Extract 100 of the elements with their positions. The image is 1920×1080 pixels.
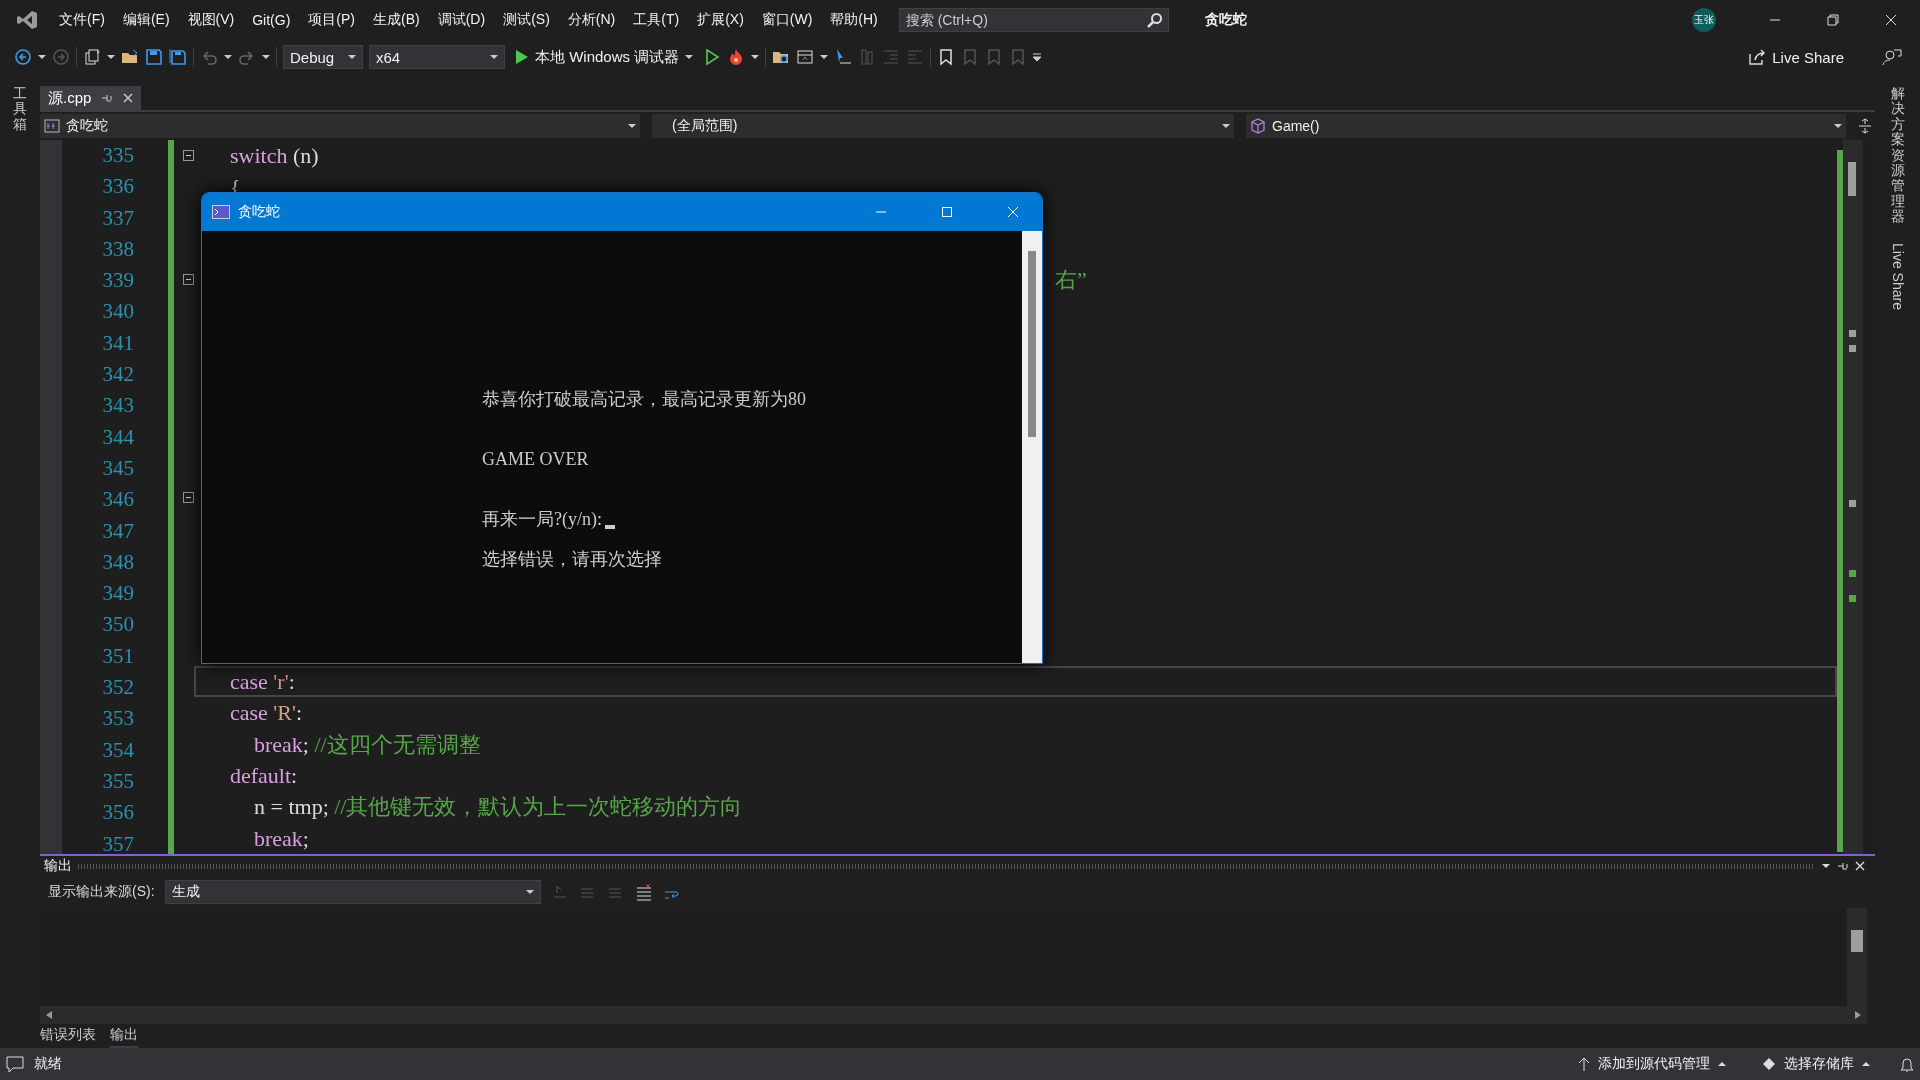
- collapse-icon[interactable]: [182, 491, 194, 503]
- undo-icon[interactable]: [200, 48, 218, 66]
- menu-item[interactable]: 文件(F): [50, 7, 114, 33]
- panel-tab[interactable]: 错误列表: [40, 1023, 96, 1049]
- maximize-icon[interactable]: [941, 206, 953, 218]
- new-item-icon[interactable]: [83, 48, 101, 66]
- collapse-icon[interactable]: [182, 274, 194, 286]
- toolbox-tab[interactable]: 工具箱: [13, 86, 27, 133]
- line-number: 335: [101, 142, 135, 169]
- open-folder-icon[interactable]: [121, 48, 139, 66]
- menu-item[interactable]: 生成(B): [364, 7, 429, 33]
- menu-item[interactable]: 测试(S): [494, 7, 559, 33]
- menu-item[interactable]: 工具(T): [624, 7, 689, 33]
- line-number: 342: [101, 361, 135, 389]
- platform-dropdown[interactable]: x64: [369, 45, 505, 69]
- line-number: 347: [101, 517, 135, 545]
- caret-icon[interactable]: [751, 54, 760, 60]
- side-panel-tab[interactable]: 解决方案资源管理器: [1890, 86, 1905, 225]
- side-panel-tab[interactable]: Live Share: [1889, 242, 1906, 310]
- line-number: 351: [101, 642, 135, 670]
- horizontal-scrollbar[interactable]: [40, 1006, 1867, 1024]
- close-icon[interactable]: [1885, 14, 1897, 26]
- code-line: case 'R':: [230, 699, 303, 728]
- caret-icon[interactable]: [820, 54, 829, 60]
- caret-icon[interactable]: [107, 54, 115, 60]
- caret-icon: [1834, 123, 1842, 129]
- start-debugging-button[interactable]: 本地 Windows 调试器: [511, 47, 698, 67]
- line-number: 352: [101, 674, 135, 702]
- notification-icon[interactable]: [6, 1055, 24, 1073]
- menu-item[interactable]: Git(G): [243, 8, 300, 32]
- document-tab[interactable]: 源.cpp: [40, 86, 142, 110]
- console-scrollbar[interactable]: [1022, 231, 1042, 663]
- split-icon[interactable]: [1858, 118, 1872, 134]
- menu-item[interactable]: 项目(P): [299, 7, 364, 33]
- bell-icon[interactable]: [1900, 1056, 1914, 1072]
- console-icon: [212, 205, 230, 219]
- overflow-icon[interactable]: [1033, 53, 1042, 61]
- close-icon[interactable]: [1855, 861, 1865, 871]
- collapse-icon[interactable]: [182, 150, 194, 161]
- configuration-dropdown[interactable]: Debug: [283, 45, 363, 69]
- line-number: 353: [101, 705, 135, 733]
- add-to-source-control-button[interactable]: 添加到源代码管理: [1572, 1054, 1732, 1074]
- scroll-thumb[interactable]: [1028, 251, 1036, 437]
- line-number: 344: [101, 423, 135, 451]
- pin-icon[interactable]: [1837, 860, 1849, 872]
- code-line: default:: [230, 762, 298, 791]
- line-number: 341: [101, 329, 135, 357]
- dropdown-icon[interactable]: [1821, 862, 1831, 870]
- caret-icon: [1862, 1061, 1870, 1067]
- window-title: 贪吃蛇: [1204, 11, 1247, 29]
- pointer-icon[interactable]: [834, 48, 853, 66]
- menu-item[interactable]: 帮助(H): [821, 7, 887, 33]
- scroll-left-icon[interactable]: [46, 1011, 52, 1019]
- scope-dropdown[interactable]: (全局范围): [652, 114, 1234, 138]
- window-layout-icon[interactable]: [796, 48, 815, 66]
- search-field[interactable]: 搜索 (Ctrl+Q): [898, 8, 1169, 32]
- scroll-thumb[interactable]: [1848, 162, 1856, 196]
- console-title: 贪吃蛇: [238, 203, 280, 221]
- account-avatar[interactable]: 玉张: [1692, 8, 1716, 32]
- pin-icon[interactable]: [101, 92, 114, 104]
- vertical-scrollbar[interactable]: [1843, 140, 1863, 854]
- line-number: 356: [101, 799, 135, 827]
- scroll-marker: [1849, 345, 1856, 352]
- menu-item[interactable]: 编辑(E): [113, 7, 179, 33]
- select-repository-button[interactable]: 选择存储库: [1756, 1054, 1876, 1074]
- vertical-scrollbar[interactable]: [1847, 908, 1867, 1006]
- search-icon[interactable]: [1146, 12, 1163, 28]
- menu-item[interactable]: 扩展(X): [688, 7, 753, 33]
- caret-icon[interactable]: [348, 54, 356, 60]
- member-dropdown[interactable]: Game(): [1246, 114, 1846, 138]
- console-output-line: 恭喜你打破最高记录，最高记录更新为80: [482, 389, 806, 409]
- close-icon[interactable]: [123, 93, 134, 103]
- menu-item[interactable]: 视图(V): [178, 7, 244, 33]
- live-share-button[interactable]: Live Share: [1742, 47, 1850, 67]
- code-line: break; //这四个无需调整: [254, 730, 481, 759]
- start-without-debugging-icon[interactable]: [703, 48, 722, 66]
- line-number: 340: [101, 298, 135, 326]
- vs-logo-icon[interactable]: [16, 9, 38, 31]
- caret-icon[interactable]: [490, 54, 498, 60]
- status-text: 就绪: [34, 1055, 62, 1073]
- line-number: 357: [101, 830, 135, 854]
- panel-title: 输出: [43, 857, 72, 875]
- clear-all-icon[interactable]: [634, 883, 653, 901]
- caret-icon[interactable]: [262, 54, 270, 60]
- menu-item[interactable]: 分析(N): [558, 7, 625, 33]
- project-dropdown[interactable]: 贪吃蛇: [40, 114, 640, 138]
- save-icon[interactable]: [145, 48, 163, 66]
- feedback-person-icon[interactable]: [1882, 47, 1902, 67]
- menu-item[interactable]: 调试(D): [428, 7, 495, 33]
- scroll-thumb[interactable]: [1851, 930, 1863, 952]
- save-all-icon[interactable]: [169, 48, 187, 66]
- redo-icon[interactable]: [238, 48, 256, 66]
- line-number: 349: [101, 580, 135, 608]
- output-source-dropdown[interactable]: 生成: [164, 880, 541, 904]
- restore-icon[interactable]: [1827, 14, 1839, 26]
- caret-icon[interactable]: [224, 54, 232, 60]
- scroll-right-icon[interactable]: [1855, 1011, 1861, 1019]
- menu-item[interactable]: 窗口(W): [752, 7, 822, 33]
- line-number: 350: [101, 611, 135, 639]
- caret-icon[interactable]: [38, 54, 46, 60]
